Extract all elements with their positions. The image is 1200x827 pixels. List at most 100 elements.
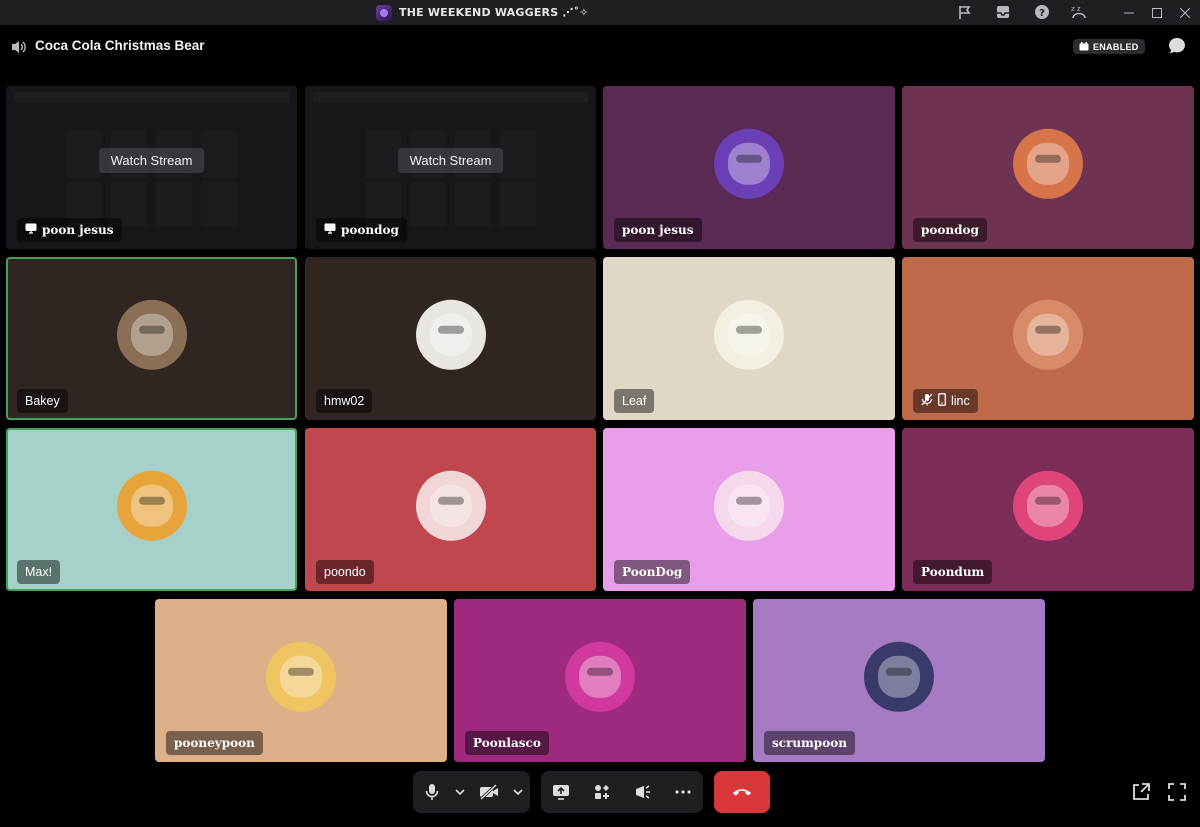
participant-tile[interactable]: poondog xyxy=(902,86,1194,249)
camera-options[interactable] xyxy=(509,771,527,813)
participant-name: pooneypoon xyxy=(174,736,255,750)
help-icon[interactable]: ? xyxy=(1032,2,1052,22)
participant-name-tag: poon jesus xyxy=(17,218,122,242)
muted-microphone-icon xyxy=(921,393,933,409)
server-icon xyxy=(376,4,392,21)
participant-tile[interactable]: Bakey xyxy=(6,257,297,420)
hang-up-button[interactable] xyxy=(714,771,770,813)
participant-name-tag: pooneypoon xyxy=(166,731,263,755)
chat-bubble-icon[interactable] xyxy=(1167,36,1187,56)
enabled-badge[interactable]: ENABLED xyxy=(1073,39,1145,54)
participant-name: PoonDog xyxy=(622,565,683,579)
participant-name-tag: poondog xyxy=(316,218,407,242)
avatar xyxy=(1013,128,1083,199)
participant-name-tag: Leaf xyxy=(614,389,655,413)
channel-name: Coca Cola Christmas Bear xyxy=(35,38,205,53)
sleep-icon[interactable]: z z xyxy=(1069,2,1089,22)
avatar xyxy=(116,470,187,541)
camera-button[interactable] xyxy=(469,771,509,813)
screen-share-icon xyxy=(553,785,570,800)
avatar xyxy=(266,641,336,712)
soundboard-icon xyxy=(636,785,651,799)
participant-name: poondog xyxy=(341,223,399,237)
participant-name: hmw02 xyxy=(324,394,365,408)
avatar xyxy=(1013,470,1083,541)
participant-tile[interactable]: hmw02 xyxy=(305,257,596,420)
close-icon[interactable] xyxy=(1172,0,1198,25)
avatar xyxy=(864,641,934,712)
microphone-icon xyxy=(425,784,439,800)
stream-tile[interactable]: Watch Stream poon jesus xyxy=(6,86,297,249)
participant-name: poondog xyxy=(921,223,979,237)
flag-icon[interactable] xyxy=(955,2,975,22)
more-options-button[interactable] xyxy=(664,771,702,813)
pop-out-icon[interactable] xyxy=(1130,781,1152,803)
participant-tile[interactable]: scrumpoon xyxy=(753,599,1045,762)
channel-header: Coca Cola Christmas Bear ENABLED xyxy=(0,25,1200,70)
avatar xyxy=(714,470,784,541)
participant-tile[interactable]: linc xyxy=(902,257,1194,420)
participant-name-tag: scrumpoon xyxy=(764,731,855,755)
title-bar: THE WEEKEND WAGGERS ⋰˚✧ ? z z xyxy=(0,0,1200,25)
chevron-down-icon xyxy=(455,789,465,795)
participant-name-tag: Max! xyxy=(17,560,61,584)
participant-name: Poonlasco xyxy=(473,736,541,750)
participant-tile[interactable]: PoonDog xyxy=(603,428,895,591)
watch-stream-button[interactable]: Watch Stream xyxy=(397,148,504,173)
participant-name: linc xyxy=(951,394,970,408)
participant-tile[interactable]: pooneypoon xyxy=(155,599,447,762)
svg-text:z z: z z xyxy=(1071,5,1081,13)
avatar xyxy=(565,641,635,712)
avatar xyxy=(714,128,784,199)
fullscreen-icon[interactable] xyxy=(1166,781,1188,803)
camera-off-icon xyxy=(479,784,498,800)
participant-name: Bakey xyxy=(25,394,60,408)
participant-name-tag: poondo xyxy=(316,560,374,584)
inbox-icon[interactable] xyxy=(993,2,1013,22)
participant-tile[interactable]: Poondum xyxy=(902,428,1194,591)
participant-tile[interactable]: Max! xyxy=(6,428,297,591)
screen-share-icon xyxy=(324,223,336,237)
participant-name: poon jesus xyxy=(42,223,114,237)
server-title-group: THE WEEKEND WAGGERS ⋰˚✧ xyxy=(376,4,589,21)
avatar xyxy=(1013,299,1083,370)
calendar-icon xyxy=(1079,42,1089,51)
watch-stream-button[interactable]: Watch Stream xyxy=(98,148,205,173)
maximize-icon[interactable] xyxy=(1144,0,1170,25)
participant-name: Leaf xyxy=(622,394,647,408)
participant-name-tag: PoonDog xyxy=(614,560,691,584)
participant-name-tag: Poonlasco xyxy=(465,731,549,755)
activities-icon xyxy=(594,785,609,799)
server-title: THE WEEKEND WAGGERS ⋰˚✧ xyxy=(399,6,589,19)
screen-share-button[interactable] xyxy=(542,771,580,813)
audio-video-controls xyxy=(413,771,530,813)
participant-tile[interactable]: Poonlasco xyxy=(454,599,746,762)
participant-name-tag: hmw02 xyxy=(316,389,373,413)
activities-button[interactable] xyxy=(583,771,621,813)
participant-name-tag: linc xyxy=(913,389,978,413)
participant-tile[interactable]: poondo xyxy=(305,428,596,591)
avatar xyxy=(116,299,187,370)
participant-name: Max! xyxy=(25,565,53,579)
participant-name: poondo xyxy=(324,565,366,579)
participant-name: scrumpoon xyxy=(772,736,847,750)
avatar xyxy=(714,299,784,370)
screen-share-icon xyxy=(25,223,37,237)
participant-name-tag: Poondum xyxy=(913,560,993,584)
mobile-phone-icon xyxy=(938,393,946,409)
badge-label: ENABLED xyxy=(1093,41,1139,52)
minimize-icon[interactable] xyxy=(1116,0,1142,25)
avatar xyxy=(415,299,486,370)
participant-tile[interactable]: Leaf xyxy=(603,257,895,420)
stream-tile[interactable]: Watch Stream poondog xyxy=(305,86,596,249)
participant-name-tag: Bakey xyxy=(17,389,68,413)
microphone-options[interactable] xyxy=(451,771,469,813)
activity-controls xyxy=(541,771,703,813)
soundboard-button[interactable] xyxy=(623,771,661,813)
participant-tile[interactable]: poon jesus xyxy=(603,86,895,249)
svg-text:?: ? xyxy=(1039,8,1045,19)
participant-name-tag: poon jesus xyxy=(614,218,702,242)
microphone-button[interactable] xyxy=(413,771,451,813)
chevron-down-icon xyxy=(513,789,523,795)
more-icon xyxy=(675,790,691,794)
